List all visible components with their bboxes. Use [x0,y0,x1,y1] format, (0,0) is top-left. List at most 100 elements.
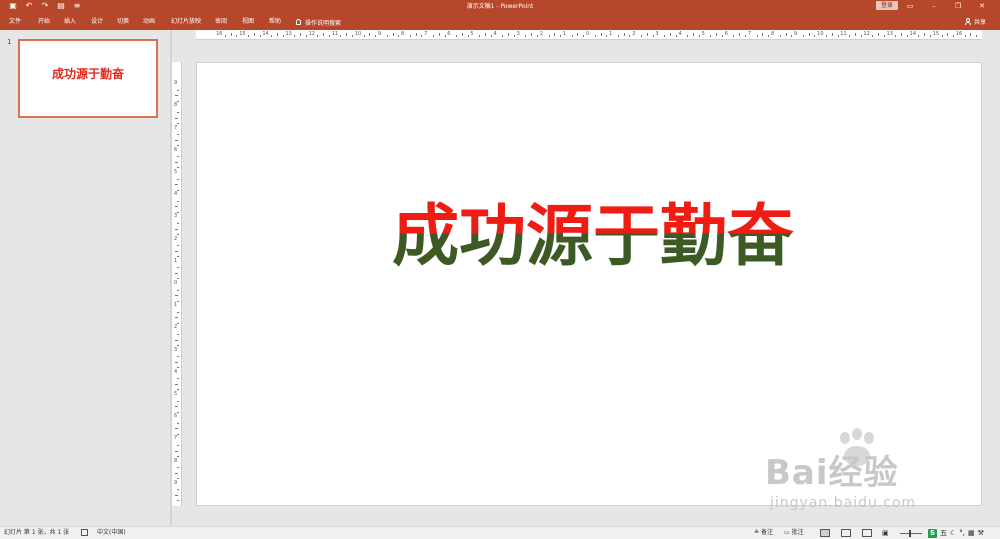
slide-thumbnail-pane: 1 成功源于勤奋 [0,30,170,526]
ruler-label: 4 [174,368,178,375]
reading-view-icon[interactable] [862,529,872,537]
ruler-tick [739,33,741,36]
slide-sorter-icon[interactable] [841,529,851,537]
ruler-label: 1 [174,257,178,264]
ruler-tick [375,35,377,37]
window-title: 演示文稿1 - PowerPoint [466,3,534,10]
ruler-tick [467,35,469,37]
ruler-tick [802,35,804,37]
ruler-tick [230,33,232,36]
horizontal-ruler: 16 15 14 13 12 11 10 9 8 7 6 5 4 3 2 1 0 1 2 3 4 5 6 7 8 9 10 11 12 1… [196,30,982,40]
tab-file[interactable]: 文件 [9,17,21,27]
punctuation-icon[interactable]: °, [959,529,965,537]
tab-insert[interactable]: 插入 [64,17,76,27]
comments-label: 批注 [791,529,804,536]
ruler-label: 7 [424,31,428,37]
ruler-tick [970,33,972,36]
ruler-tick [175,206,178,208]
login-button[interactable]: 登录 [876,1,898,10]
ime-mode-label[interactable]: 五 [940,528,947,538]
ruler-tick [479,35,481,37]
ruler-label: 9 [174,80,178,87]
lightbulb-icon [296,19,301,25]
ruler-tick [346,33,348,36]
slideshow-view-icon[interactable]: ▣ [882,529,892,537]
slide-count-status: 幻灯片 第 1 张，共 1 张 [4,529,70,536]
language-status[interactable]: 中文(中国) [97,529,126,537]
share-button[interactable]: 共享 [964,17,986,26]
baidu-watermark: Bai经验 jingyan.baidu.com [765,428,965,520]
ruler-label: 11 [331,31,339,37]
tell-me-label: 操作说明搜索 [305,19,342,27]
slide-title-text[interactable]: 成功源于勤奋 [373,191,813,281]
ruler-tick [560,35,562,37]
sogou-ime-icon[interactable]: S [928,528,937,538]
ruler-label: 5 [174,169,178,175]
ruler-tick [872,35,874,37]
ribbon-tab-bar: 文件 开始 插入 设计 切换 动画 幻灯片放映 审阅 视图 帮助 操作说明搜索 … [0,13,1000,30]
zoom-slider-thumb[interactable] [909,530,911,537]
tab-home[interactable]: 开始 [38,17,50,27]
tab-help[interactable]: 帮助 [269,17,281,27]
ruler-tick [508,33,510,36]
ruler-tick [785,33,787,36]
ruler-tick [175,184,178,186]
ruler-tick [305,35,307,37]
ruler-tick [271,35,273,37]
ruler-tick [177,200,179,202]
wrench-icon[interactable]: ⚒ [978,529,984,537]
tab-review[interactable]: 审阅 [215,17,227,27]
zoom-slider-track[interactable] [900,533,922,534]
tab-transitions[interactable]: 切换 [117,17,129,27]
keyboard-icon[interactable]: ▦ [968,529,975,537]
ruler-label: 8 [401,31,405,37]
ruler-tick [177,500,179,502]
tab-design[interactable]: 设计 [91,17,103,27]
ruler-tick [175,339,178,341]
ime-toolbar[interactable]: S 五 ☾ °, ▦ ⚒ [928,528,984,538]
ruler-tick [177,167,179,169]
ruler-tick [177,378,179,380]
ruler-tick [177,444,179,446]
ruler-tick [175,494,178,496]
thumbnail-title: 成功源于勤奋 [51,67,124,81]
ruler-tick [177,123,179,125]
ruler-tick [947,33,949,36]
ruler-tick [693,33,695,36]
ruler-label: 2 [539,31,543,37]
ruler-label: 8 [174,457,178,464]
normal-view-icon[interactable] [820,529,830,537]
ruler-tick [548,35,550,37]
ruler-label: 4 [493,31,497,37]
ruler-tick [831,33,833,36]
ruler-tick [323,33,325,36]
ruler-tick [617,35,619,37]
ruler-tick [421,35,423,37]
comments-button[interactable]: ▭ 批注 [784,529,804,537]
ruler-tick [745,35,747,37]
ruler-tick [490,35,492,37]
ruler-tick [675,35,677,37]
slide-thumbnail-1[interactable]: 成功源于勤奋 [18,39,158,118]
moon-icon[interactable]: ☾ [950,529,956,537]
ribbon-display-options-icon[interactable]: ▭ [898,0,922,12]
ruler-label: 4 [678,31,682,37]
minimize-icon[interactable]: – [922,0,946,12]
comments-icon: ▭ [784,529,790,536]
ruler-tick [175,272,178,274]
ruler-label: 6 [447,31,451,37]
tell-me-search[interactable]: 操作说明搜索 [296,16,341,28]
ruler-tick [849,35,851,37]
ruler-label: 7 [174,435,178,442]
restore-icon[interactable]: ❐ [946,0,970,12]
tab-slideshow[interactable]: 幻灯片放映 [171,17,201,27]
ruler-tick [177,489,179,491]
close-icon[interactable]: ✕ [970,0,994,12]
tab-view[interactable]: 视图 [242,17,254,27]
accessibility-check-icon[interactable] [81,529,88,536]
notes-button[interactable]: ≙ 备注 [754,529,773,537]
ruler-tick [583,35,585,37]
ruler-tick [175,228,178,230]
tab-animations[interactable]: 动画 [143,17,155,27]
ruler-tick [177,89,179,91]
